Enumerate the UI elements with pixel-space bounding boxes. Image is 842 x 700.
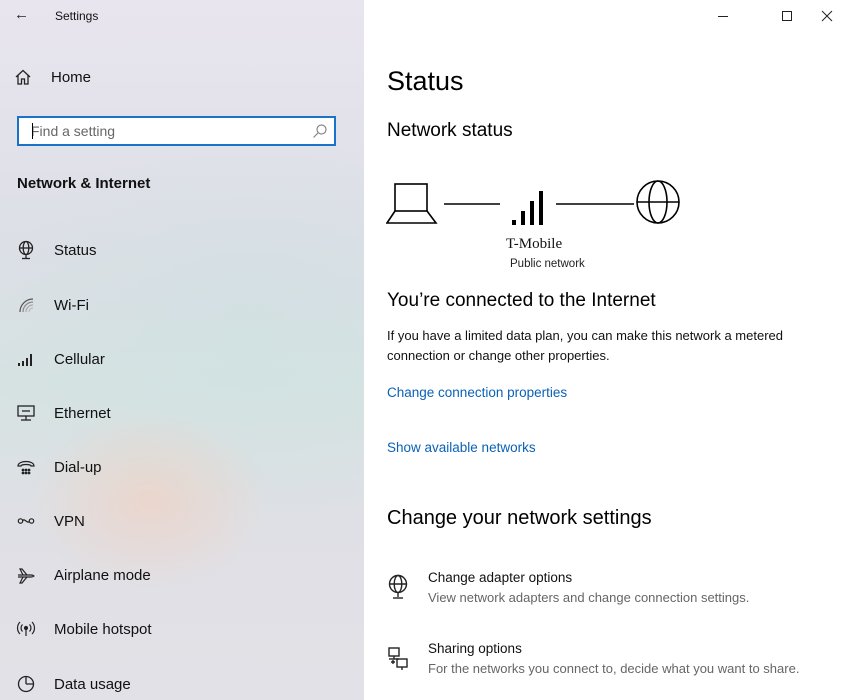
option-description: For the networks you connect to, decide …	[428, 661, 800, 676]
sidebar: ← Settings Home Network & Internet Statu…	[0, 0, 364, 700]
app-title: Settings	[55, 9, 99, 23]
cellular-icon	[14, 347, 38, 371]
change-settings-heading: Change your network settings	[387, 507, 652, 529]
option-title: Sharing options	[428, 641, 522, 656]
connection-description: If you have a limited data plan, you can…	[387, 328, 783, 363]
minimize-button[interactable]	[710, 4, 736, 28]
internet-globe-icon	[636, 180, 680, 224]
network-diagram	[386, 180, 680, 225]
status-globe-icon	[14, 238, 38, 262]
sharing-icon	[386, 645, 410, 676]
text-caret	[32, 123, 33, 139]
sidebar-item-mobile-hotspot[interactable]: Mobile hotspot	[14, 615, 354, 643]
back-arrow-icon[interactable]: ←	[14, 4, 34, 26]
signal-bars-icon	[512, 191, 543, 225]
connection-heading: You’re connected to the Internet	[387, 290, 656, 311]
change-adapter-options[interactable]: Change adapter options View network adap…	[384, 570, 824, 614]
ethernet-icon	[14, 401, 38, 425]
sidebar-item-label: Mobile hotspot	[54, 620, 152, 638]
page-title: Status	[387, 66, 464, 96]
maximize-icon	[782, 11, 792, 21]
sidebar-item-cellular[interactable]: Cellular	[14, 345, 354, 373]
search-box[interactable]	[17, 116, 336, 146]
option-description: View network adapters and change connect…	[428, 590, 750, 605]
minimize-icon	[718, 16, 728, 17]
sidebar-item-label: Cellular	[54, 350, 105, 368]
sidebar-item-airplane-mode[interactable]: Airplane mode	[14, 561, 354, 589]
airplane-icon	[14, 563, 38, 587]
close-button[interactable]	[814, 4, 840, 28]
sharing-options[interactable]: Sharing options For the networks you con…	[384, 641, 824, 699]
laptop-icon	[386, 183, 438, 224]
option-title: Change adapter options	[428, 570, 573, 585]
vpn-icon	[14, 509, 38, 533]
home-link[interactable]: Home	[14, 63, 91, 91]
sidebar-item-wifi[interactable]: Wi-Fi	[14, 291, 354, 319]
data-usage-icon	[14, 672, 38, 696]
sidebar-item-label: Data usage	[54, 675, 131, 693]
sidebar-item-ethernet[interactable]: Ethernet	[14, 399, 354, 427]
search-input[interactable]	[19, 118, 311, 144]
sidebar-item-vpn[interactable]: VPN	[14, 507, 354, 535]
home-icon	[15, 69, 31, 85]
sidebar-item-label: Dial-up	[54, 458, 102, 476]
maximize-button[interactable]	[774, 4, 800, 28]
search-icon[interactable]	[312, 123, 328, 139]
sidebar-item-data-usage[interactable]: Data usage	[14, 670, 354, 698]
sidebar-item-dialup[interactable]: Dial-up	[14, 453, 354, 481]
hotspot-icon	[14, 617, 38, 641]
sidebar-item-label: Ethernet	[54, 404, 111, 422]
network-status-heading: Network status	[387, 120, 513, 141]
show-available-networks-link[interactable]: Show available networks	[387, 440, 536, 455]
sidebar-item-label: Status	[54, 241, 97, 259]
adapter-icon	[386, 574, 410, 605]
sidebar-item-label: Wi-Fi	[54, 296, 89, 314]
sidebar-item-status[interactable]: Status	[14, 236, 354, 264]
section-heading: Network & Internet	[17, 175, 151, 192]
change-connection-properties-link[interactable]: Change connection properties	[387, 385, 567, 400]
sidebar-item-label: Airplane mode	[54, 566, 151, 584]
main-content: Status Network status T-Mobile Public ne…	[364, 0, 842, 700]
home-label: Home	[51, 68, 92, 86]
close-icon	[821, 10, 833, 22]
sidebar-item-label: VPN	[54, 512, 85, 530]
network-name: T-Mobile	[506, 236, 563, 252]
wifi-icon	[14, 293, 38, 317]
dialup-icon	[14, 455, 38, 479]
network-type: Public network	[510, 258, 585, 270]
